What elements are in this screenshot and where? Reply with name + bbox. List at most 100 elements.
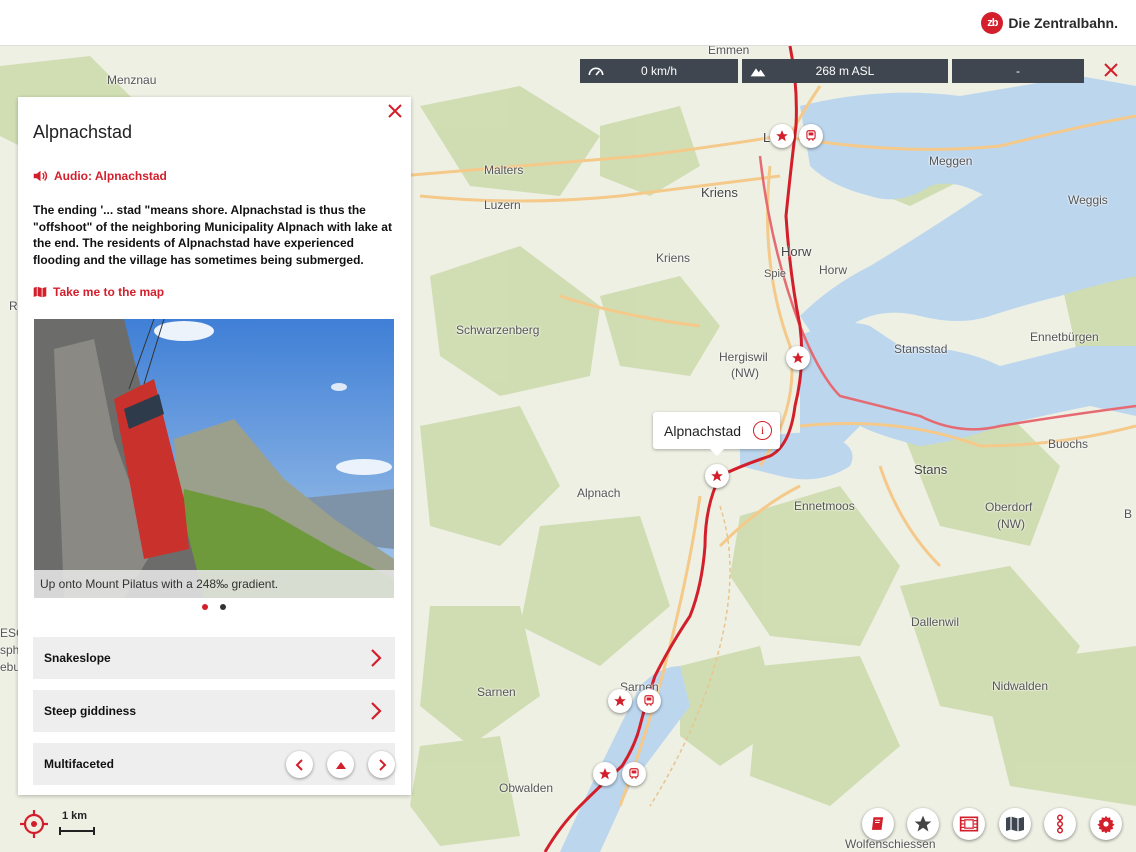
speaker-icon bbox=[33, 170, 48, 182]
gear-icon bbox=[1097, 815, 1115, 833]
chevron-right-icon bbox=[371, 649, 382, 667]
carousel-dot-active[interactable] bbox=[202, 604, 208, 610]
place-label: Ennetbürgen bbox=[1030, 330, 1099, 344]
place-label: Spie bbox=[764, 268, 787, 280]
station-pin[interactable] bbox=[637, 689, 661, 713]
poi-detail-panel: Alpnachstad Audio: Alpnachstad The endin… bbox=[18, 97, 411, 795]
place-label: B bbox=[1124, 507, 1133, 521]
brand: zb Die Zentralbahn. bbox=[981, 12, 1118, 34]
place-label: Horw bbox=[781, 244, 812, 259]
settings-button[interactable] bbox=[1090, 808, 1122, 840]
telemetry-bar: 0 km/h 268 m ASL - bbox=[580, 59, 1084, 83]
carousel-dots[interactable] bbox=[202, 604, 226, 610]
speed-value: 0 km/h bbox=[640, 64, 677, 78]
poi-photo[interactable] bbox=[34, 319, 394, 598]
place-label: Emmen bbox=[708, 46, 750, 57]
chevron-left-icon bbox=[295, 758, 303, 771]
favorites-button[interactable] bbox=[907, 808, 939, 840]
audio-link[interactable]: Audio: Alpnachstad bbox=[33, 169, 167, 183]
third-value: - bbox=[1016, 64, 1020, 78]
place-label: Alpnach bbox=[577, 486, 621, 500]
close-icon bbox=[1104, 63, 1118, 77]
locate-me-button[interactable] bbox=[20, 810, 48, 838]
audio-link-label: Audio: Alpnachstad bbox=[54, 169, 167, 183]
star-icon bbox=[776, 130, 788, 142]
mountain-icon bbox=[750, 68, 766, 77]
poi-star-pin[interactable] bbox=[786, 346, 810, 370]
crosshair-icon bbox=[20, 810, 48, 838]
place-label: Oberdorf bbox=[985, 500, 1033, 514]
close-map-button[interactable] bbox=[1101, 60, 1121, 82]
place-label: Stansstad bbox=[894, 342, 948, 356]
place-label: Kriens bbox=[656, 251, 691, 265]
speed-readout: 0 km/h bbox=[580, 59, 738, 83]
star-icon bbox=[914, 815, 932, 832]
station-pin[interactable] bbox=[622, 762, 646, 786]
row-label: Steep giddiness bbox=[44, 704, 137, 718]
map-icon bbox=[33, 286, 47, 298]
row-label: Multifaceted bbox=[44, 757, 115, 771]
altitude-value: 268 m ASL bbox=[815, 64, 875, 78]
scale-bar: 1 km bbox=[58, 810, 98, 836]
info-icon[interactable]: i bbox=[753, 421, 772, 440]
map-callout[interactable]: Alpnachstad i bbox=[653, 412, 780, 456]
speedometer-icon bbox=[588, 67, 604, 76]
map-button[interactable] bbox=[999, 808, 1031, 840]
poi-star-pin[interactable] bbox=[770, 124, 794, 148]
place-label: Dallenwil bbox=[911, 615, 960, 629]
story-row-multifaceted[interactable]: Multifaceted bbox=[33, 743, 395, 785]
star-icon bbox=[711, 470, 723, 482]
place-label: Ennetmoos bbox=[794, 499, 855, 513]
place-label: Buochs bbox=[1048, 437, 1089, 451]
star-icon bbox=[599, 768, 611, 780]
media-button[interactable] bbox=[953, 808, 985, 840]
chevron-right-icon bbox=[378, 758, 386, 771]
place-label: (NW) bbox=[997, 517, 1025, 531]
close-panel-button[interactable] bbox=[386, 101, 404, 123]
place-label: Horw bbox=[819, 263, 848, 277]
place-label: Sarnen bbox=[477, 685, 516, 699]
brand-name: Die Zentralbahn. bbox=[1008, 15, 1118, 31]
altitude-readout: 268 m ASL bbox=[742, 59, 948, 83]
story-row-steep-giddiness[interactable]: Steep giddiness bbox=[33, 690, 395, 732]
callout-label: Alpnachstad bbox=[664, 422, 742, 439]
star-icon bbox=[792, 352, 804, 364]
prev-button[interactable] bbox=[286, 751, 313, 778]
train-icon bbox=[629, 768, 639, 779]
close-icon bbox=[388, 104, 402, 118]
poi-star-pin[interactable] bbox=[593, 762, 617, 786]
place-label: Schwarzenberg bbox=[456, 323, 540, 337]
route-icon bbox=[1056, 814, 1064, 834]
pilatus-railway-photo bbox=[34, 319, 394, 598]
scale-bar-graphic bbox=[59, 827, 95, 835]
book-button[interactable] bbox=[862, 808, 894, 840]
poi-star-pin[interactable] bbox=[608, 689, 632, 713]
place-label: sph bbox=[0, 643, 20, 657]
brand-logo: zb bbox=[981, 12, 1004, 34]
place-label: Menznau bbox=[107, 73, 157, 87]
next-button[interactable] bbox=[368, 751, 395, 778]
place-label: Hergiswil bbox=[719, 350, 768, 364]
place-label: R bbox=[9, 299, 18, 313]
triangle-up-icon bbox=[335, 761, 346, 769]
app-header: zb Die Zentralbahn. bbox=[0, 0, 1136, 46]
take-me-to-map-link[interactable]: Take me to the map bbox=[33, 285, 164, 299]
place-label: (NW) bbox=[731, 366, 759, 380]
book-icon bbox=[872, 817, 884, 830]
star-icon bbox=[614, 695, 626, 707]
map-icon bbox=[1006, 816, 1024, 832]
third-readout: - bbox=[952, 59, 1084, 83]
place-label: Obwalden bbox=[499, 781, 554, 795]
up-button[interactable] bbox=[327, 751, 354, 778]
story-row-snakeslope[interactable]: Snakeslope bbox=[33, 637, 395, 679]
route-button[interactable] bbox=[1044, 808, 1076, 840]
poi-star-pin-selected[interactable] bbox=[705, 464, 729, 488]
film-icon bbox=[959, 816, 979, 832]
carousel-dot[interactable] bbox=[220, 604, 226, 610]
station-pin[interactable] bbox=[799, 124, 823, 148]
row-label: Snakeslope bbox=[44, 651, 111, 665]
photo-caption: Up onto Mount Pilatus with a 248‰ gradie… bbox=[34, 570, 394, 598]
place-label: Stans bbox=[914, 462, 948, 477]
callout-tail bbox=[709, 448, 725, 456]
panel-title: Alpnachstad bbox=[33, 122, 133, 142]
